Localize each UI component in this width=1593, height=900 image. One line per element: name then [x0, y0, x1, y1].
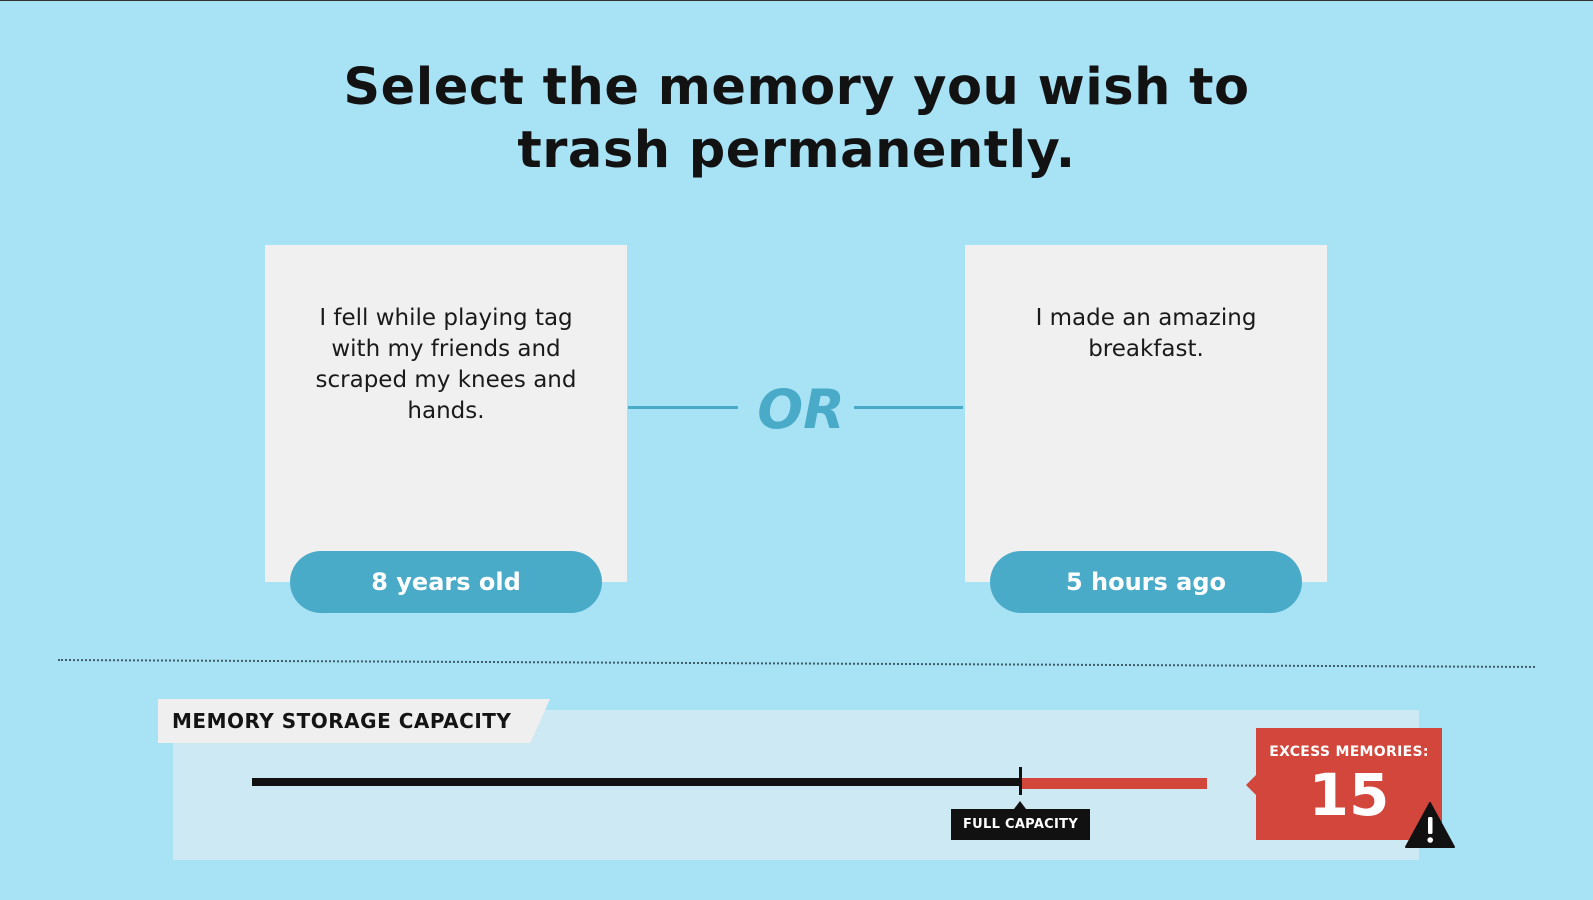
memory-age-button-left[interactable]: 8 years old: [290, 551, 602, 613]
excess-memories-label: EXCESS MEMORIES:: [1269, 744, 1429, 760]
capacity-bar-excess: [1020, 778, 1207, 789]
memory-card-left[interactable]: I fell while playing tag with my friends…: [265, 245, 627, 582]
title-line-2: trash permanently.: [517, 121, 1076, 180]
memory-text-right: I made an amazing breakfast.: [1035, 305, 1257, 362]
capacity-bar-used: [252, 778, 1020, 786]
memory-text-left: I fell while playing tag with my friends…: [315, 305, 577, 424]
top-border: [0, 0, 1593, 1]
full-capacity-label: FULL CAPACITY: [951, 809, 1090, 840]
storage-panel-label: MEMORY STORAGE CAPACITY: [172, 709, 512, 733]
page-title: Select the memory you wish to trash perm…: [0, 56, 1593, 182]
excess-badge-pointer: [1246, 775, 1256, 795]
memory-age-button-right[interactable]: 5 hours ago: [990, 551, 1302, 613]
or-divider-line-left: [628, 406, 738, 409]
section-divider: [57, 659, 1535, 670]
or-separator: OR: [757, 378, 845, 441]
or-divider-line-right: [854, 406, 963, 409]
full-capacity-marker: [1019, 767, 1022, 795]
warning-icon: [1405, 802, 1455, 848]
title-line-1: Select the memory you wish to: [343, 58, 1250, 117]
full-capacity-pointer: [1014, 801, 1026, 809]
memory-card-right[interactable]: I made an amazing breakfast.: [965, 245, 1327, 582]
